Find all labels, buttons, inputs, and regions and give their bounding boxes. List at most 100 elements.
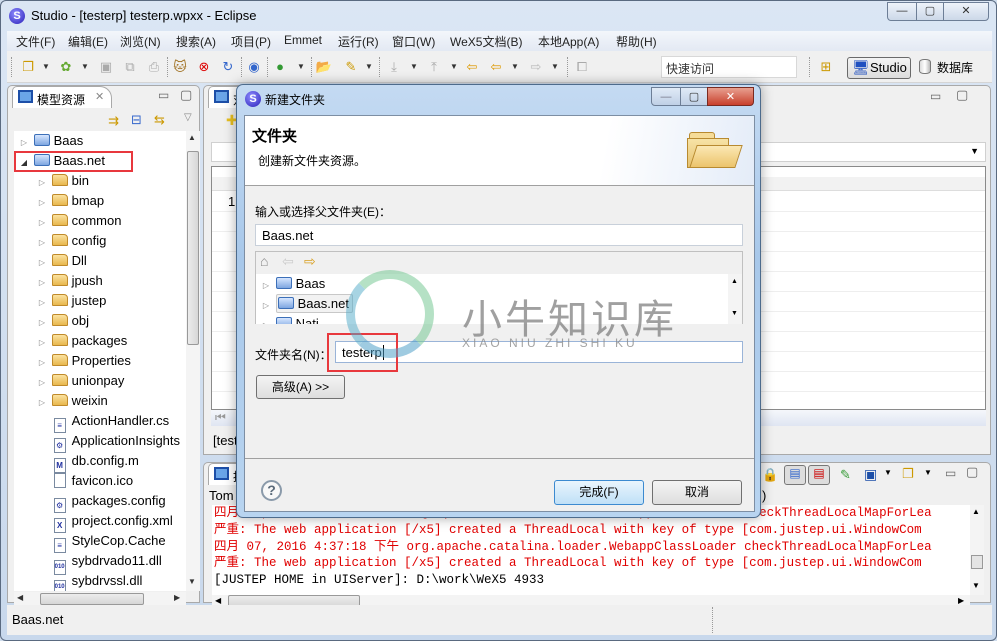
chevron-down-icon[interactable]: ▼ <box>970 146 979 156</box>
back-icon[interactable]: ⇦ <box>282 253 294 270</box>
expand-icon[interactable]: ▷ <box>36 193 48 213</box>
open-folder-icon[interactable]: 📂 <box>315 58 333 76</box>
perspective-database-button[interactable]: 数据库 <box>919 59 973 76</box>
chevron-down-icon[interactable]: ▼ <box>884 468 892 477</box>
menu-local-app[interactable]: 本地App(A) <box>538 33 599 50</box>
view-menu-icon[interactable]: ▽ <box>184 112 192 123</box>
dialog-minimize-button[interactable]: — <box>651 87 681 106</box>
new-icon[interactable]: ❐ <box>19 58 37 76</box>
menu-help[interactable]: 帮助(H) <box>616 33 657 50</box>
expand-icon[interactable]: ▷ <box>36 313 48 333</box>
back-icon[interactable]: ⇦ <box>487 58 505 76</box>
expand-icon[interactable]: ▷ <box>36 173 48 193</box>
tree-item[interactable]: ▷ obj <box>36 311 89 331</box>
expand-icon[interactable]: ▷ <box>36 253 48 273</box>
pin-console-icon[interactable]: ✎ <box>840 467 851 483</box>
expand-icon[interactable]: ▷ <box>36 393 48 413</box>
chevron-down-icon[interactable]: ▼ <box>81 58 89 76</box>
dialog-maximize-button[interactable]: ▢ <box>680 87 708 106</box>
finish-button[interactable]: 完成(F) <box>554 480 644 505</box>
scroll-up-icon[interactable]: ▲ <box>972 507 980 516</box>
run-icon[interactable]: ◉ <box>245 58 263 76</box>
expand-icon[interactable]: ▷ <box>18 133 30 153</box>
open-perspective-icon[interactable]: ⊞ <box>817 58 835 76</box>
folder-tree-scrollbar[interactable]: ▲ ▼ <box>728 274 742 324</box>
cancel-button[interactable]: 取消 <box>652 480 742 505</box>
scroll-lock-icon[interactable]: 🔒 <box>762 467 778 483</box>
help-icon[interactable]: ? <box>261 480 282 501</box>
scrollbar-thumb[interactable] <box>971 555 983 569</box>
forward-icon[interactable]: ⇨ <box>304 253 316 270</box>
chevron-down-icon[interactable]: ▼ <box>365 58 373 76</box>
sync-icon[interactable]: ⇆ <box>154 112 165 128</box>
tree-item[interactable]: ▷ bmap <box>36 191 104 211</box>
chevron-down-icon[interactable]: ▼ <box>924 468 932 477</box>
tree-item[interactable]: ▷ common <box>36 211 122 233</box>
scroll-left-icon[interactable]: ◀ <box>215 596 221 605</box>
close-button[interactable]: ✕ <box>943 2 989 21</box>
minimize-button[interactable]: — <box>887 2 917 21</box>
menu-project[interactable]: 项目(P) <box>231 33 271 50</box>
chevron-down-icon[interactable]: ▼ <box>551 58 559 76</box>
menu-run[interactable]: 运行(R) <box>338 33 379 50</box>
minimize-view-icon[interactable]: ▭ <box>945 466 956 480</box>
menu-search[interactable]: 搜索(A) <box>176 33 216 50</box>
forward-icon[interactable]: ⇨ <box>527 58 545 76</box>
expand-icon[interactable]: ▷ <box>260 316 272 324</box>
console-vertical-scrollbar[interactable]: ▲ ▼ <box>970 505 984 595</box>
tree-item[interactable]: 010 sybdrvado11.dll <box>36 551 162 575</box>
chevron-down-icon[interactable]: ▼ <box>450 58 458 76</box>
pencil-icon[interactable]: ✎ <box>342 58 360 76</box>
first-page-icon[interactable]: ⏮ <box>215 410 226 425</box>
scroll-right-icon[interactable]: ▶ <box>958 596 964 605</box>
expand-icon[interactable]: ▷ <box>36 373 48 393</box>
save-icon[interactable]: ▣ <box>97 58 115 76</box>
scroll-up-icon[interactable]: ▲ <box>731 278 738 285</box>
maximize-view-icon[interactable]: ▢ <box>956 87 968 103</box>
save-all-icon[interactable]: ⧉ <box>121 58 139 76</box>
home-icon[interactable]: ⌂ <box>260 253 268 269</box>
menu-navigate[interactable]: 浏览(N) <box>120 33 161 50</box>
new-project-icon[interactable]: ✿ <box>57 58 75 76</box>
tree-item-native[interactable]: ▷ Nati <box>260 314 319 324</box>
scrollbar-thumb[interactable] <box>40 593 144 605</box>
menu-window[interactable]: 窗口(W) <box>392 33 435 50</box>
expand-icon[interactable]: ▷ <box>260 276 272 296</box>
dialog-close-button[interactable]: ✕ <box>707 87 754 106</box>
display-console-icon[interactable]: ▣ <box>864 466 877 483</box>
maximize-button[interactable]: ▢ <box>916 2 944 21</box>
link-editor-icon[interactable]: ⇉ <box>108 113 119 129</box>
tree-item[interactable]: ▷ config <box>36 231 106 251</box>
expand-icon[interactable]: ▷ <box>36 233 48 253</box>
chevron-down-icon[interactable]: ▼ <box>511 58 519 76</box>
expand-icon[interactable]: ▷ <box>36 273 48 293</box>
tab-model-resources[interactable]: 模型资源 ✕ <box>12 86 112 108</box>
tree-item[interactable]: ▷ packages <box>36 331 127 351</box>
scroll-left-icon[interactable]: ◀ <box>17 593 23 602</box>
advanced-button[interactable]: 高级(A) >> <box>256 375 345 399</box>
expand-icon[interactable]: ▷ <box>36 353 48 373</box>
open-console-icon[interactable]: ❐ <box>902 466 914 482</box>
expand-icon[interactable]: ▷ <box>36 333 48 353</box>
maximize-view-icon[interactable]: ▢ <box>180 87 192 103</box>
menu-edit[interactable]: 编辑(E) <box>68 33 108 50</box>
maximize-view-icon[interactable]: ▢ <box>966 464 978 480</box>
scroll-down-icon[interactable]: ▼ <box>188 577 196 586</box>
scroll-down-icon[interactable]: ▼ <box>972 581 980 590</box>
last-edit-icon[interactable]: ⇦ <box>463 58 481 76</box>
minimize-view-icon[interactable]: ▭ <box>930 89 941 103</box>
expand-icon[interactable]: ▷ <box>36 213 48 233</box>
menu-wex5-docs[interactable]: WeX5文档(B) <box>450 33 522 50</box>
show-on-output-icon[interactable]: ▤ <box>784 465 806 485</box>
scroll-down-icon[interactable]: ▼ <box>731 310 738 317</box>
tree-item[interactable]: Mdb.config.m <box>36 451 139 473</box>
tomcat-start-icon[interactable]: 🐱 <box>171 58 189 76</box>
tree-item[interactable]: ≡ ActionHandler.cs <box>36 411 169 433</box>
scroll-right-icon[interactable]: ▶ <box>174 593 180 602</box>
expand-icon[interactable]: ▷ <box>36 293 48 313</box>
tree-item[interactable]: ≡ StyleCop.Cache <box>36 531 166 553</box>
tree-item[interactable]: Xproject.config.xml <box>36 511 173 533</box>
scrollbar-thumb[interactable] <box>187 151 199 345</box>
chevron-down-icon[interactable]: ▼ <box>410 58 418 76</box>
tree-item-baas-net[interactable]: ▷ Baas.net <box>260 294 353 314</box>
